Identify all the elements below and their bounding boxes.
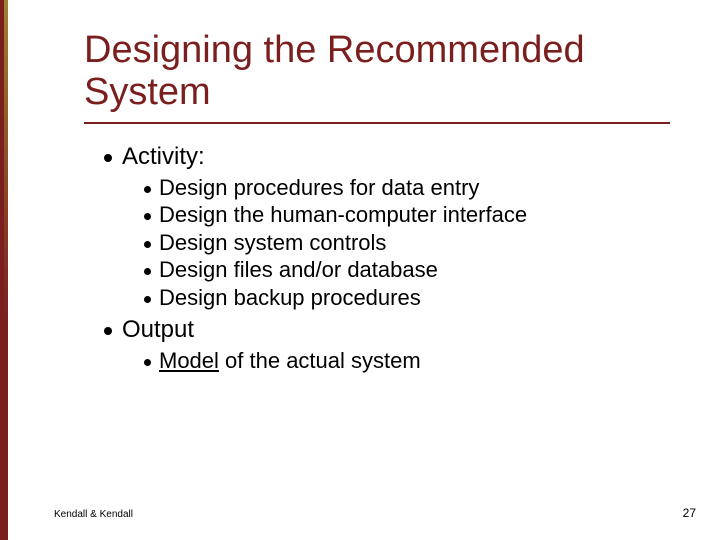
- slide-number: 27: [683, 506, 696, 520]
- underlined-text: Model: [159, 348, 219, 373]
- bullet-icon: [144, 268, 151, 275]
- slide-title: Designing the Recommended System: [84, 30, 670, 114]
- title-divider: [84, 122, 670, 124]
- list-item-rest: of the actual system: [219, 348, 421, 373]
- slide: Designing the Recommended System Activit…: [0, 0, 720, 540]
- bullet-icon: [104, 154, 112, 162]
- bullet-level2: Design system controls: [144, 229, 670, 257]
- bullet-level2: Model of the actual system: [144, 347, 670, 375]
- footer-left: Kendall & Kendall: [54, 509, 133, 520]
- section-heading: Activity:: [122, 142, 205, 172]
- list-item: Design the human-computer interface: [159, 201, 527, 229]
- bullet-level2: Design files and/or database: [144, 256, 670, 284]
- section-heading: Output: [122, 315, 194, 345]
- bullet-level1: Activity:: [104, 142, 670, 172]
- list-item: Design procedures for data entry: [159, 174, 479, 202]
- bullet-icon: [104, 327, 112, 335]
- bullet-icon: [144, 213, 151, 220]
- bullet-level2: Design procedures for data entry: [144, 174, 670, 202]
- list-item: Design backup procedures: [159, 284, 421, 312]
- list-item: Design files and/or database: [159, 256, 438, 284]
- list-item: Model of the actual system: [159, 347, 421, 375]
- bullet-level2: Design backup procedures: [144, 284, 670, 312]
- slide-body: Activity: Design procedures for data ent…: [84, 142, 670, 375]
- list-item: Design system controls: [159, 229, 386, 257]
- bullet-level2: Design the human-computer interface: [144, 201, 670, 229]
- bullet-icon: [144, 241, 151, 248]
- bullet-icon: [144, 186, 151, 193]
- bullet-level1: Output: [104, 315, 670, 345]
- bullet-icon: [144, 359, 151, 366]
- bullet-icon: [144, 296, 151, 303]
